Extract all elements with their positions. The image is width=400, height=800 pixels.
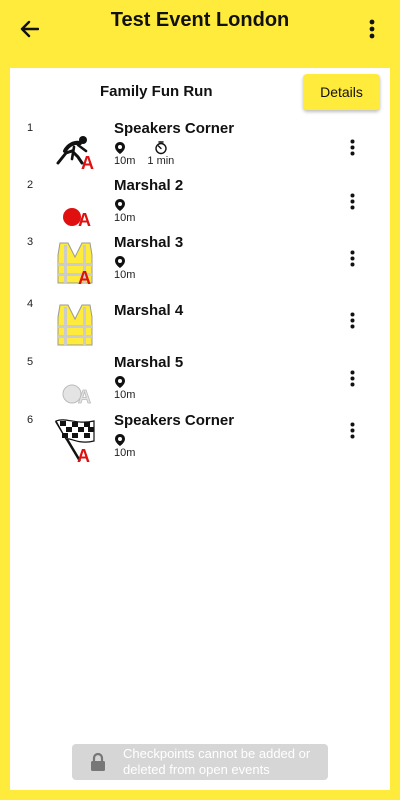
checkpoint-row[interactable]: 2 A Marshal 2 10m — [10, 177, 390, 234]
distance-item: 10m — [114, 375, 135, 402]
distance-text: 10m — [114, 155, 136, 167]
distance-item: 10m — [114, 255, 135, 282]
checkpoint-menu-button[interactable] — [344, 247, 360, 269]
distance-text: 10m — [114, 212, 136, 224]
location-pin-icon — [115, 376, 125, 388]
details-button[interactable]: Details — [303, 74, 380, 110]
checkpoint-number: 5 — [27, 356, 34, 368]
location-pin-icon — [115, 256, 125, 268]
distance-text: 10m — [114, 269, 136, 281]
location-pin-icon — [115, 434, 125, 446]
checkpoint-number: 2 — [27, 179, 34, 191]
route-title: Family Fun Run — [100, 83, 213, 100]
checkpoint-list: 1 A Speakers Corner 10m 1 min 2 A Marsha… — [10, 120, 390, 470]
start-runner-icon: A — [56, 136, 94, 171]
red-dot-icon: A — [63, 208, 91, 228]
checkpoint-meta: 10m — [114, 375, 135, 402]
checkpoint-name: Speakers Corner — [114, 412, 235, 429]
timer-icon — [155, 141, 167, 155]
svg-text:A: A — [77, 446, 90, 463]
notice-text: Checkpoints cannot be added or deleted f… — [123, 746, 311, 777]
svg-text:A: A — [78, 268, 91, 285]
checkpoint-name: Speakers Corner — [114, 120, 235, 137]
svg-text:A: A — [78, 387, 91, 405]
checkpoint-menu-button[interactable] — [344, 136, 360, 158]
lock-icon — [91, 752, 105, 771]
locked-notice: Checkpoints cannot be added or deleted f… — [72, 744, 328, 780]
page-title: Test Event London — [110, 9, 290, 31]
checkpoint-meta: 10m — [114, 255, 135, 282]
more-vertical-icon — [350, 193, 354, 209]
more-vertical-icon — [350, 250, 354, 266]
distance-item: 10m — [114, 433, 135, 460]
time-text: 1 min — [147, 155, 175, 167]
hi-vis-vest-icon — [57, 304, 93, 346]
checkpoint-meta: 10m — [114, 433, 135, 460]
checkpoint-menu-button[interactable] — [344, 419, 360, 441]
more-vertical-icon — [350, 370, 354, 386]
checkpoint-row[interactable]: 6 A Speakers Corner 10m — [10, 412, 390, 470]
checkpoint-number: 4 — [27, 298, 34, 310]
distance-text: 10m — [114, 447, 136, 459]
location-pin-icon — [115, 199, 125, 211]
more-vertical-icon — [369, 19, 375, 39]
more-vertical-icon — [350, 312, 354, 328]
distance-text: 10m — [114, 389, 136, 401]
checkpoint-number: 6 — [27, 414, 34, 426]
location-pin-icon — [115, 142, 125, 154]
route-card: Family Fun Run Details 1 A Speakers Corn… — [10, 68, 390, 790]
checkpoint-menu-button[interactable] — [344, 190, 360, 212]
checkpoint-menu-button[interactable] — [344, 309, 360, 331]
grey-dot-icon: A — [62, 384, 91, 405]
checkpoint-row[interactable]: 1 A Speakers Corner 10m 1 min — [10, 120, 390, 177]
checkpoint-name: Marshal 2 — [114, 177, 184, 194]
app-bar: Test Event London — [0, 0, 400, 58]
checkpoint-row[interactable]: 4 Marshal 4 — [10, 296, 390, 354]
time-item: 1 min — [147, 141, 174, 168]
distance-item: 10m — [114, 141, 135, 168]
svg-text:A: A — [78, 210, 91, 228]
svg-text:A: A — [81, 153, 94, 171]
checkpoint-row[interactable]: 3 A Marshal 3 10m — [10, 234, 390, 296]
checkpoint-meta: 10m — [114, 198, 135, 225]
checkpoint-number: 1 — [27, 122, 34, 134]
distance-item: 10m — [114, 198, 135, 225]
overflow-menu-button[interactable] — [362, 16, 382, 42]
checkpoint-number: 3 — [27, 236, 34, 248]
checkpoint-name: Marshal 4 — [114, 302, 184, 319]
checkpoint-name: Marshal 3 — [114, 234, 184, 251]
checkpoint-row[interactable]: 5 A Marshal 5 10m — [10, 354, 390, 412]
checkpoint-menu-button[interactable] — [344, 367, 360, 389]
more-vertical-icon — [350, 139, 354, 155]
checkpoint-name: Marshal 5 — [114, 354, 184, 371]
checkpoint-meta: 10m 1 min — [114, 141, 174, 168]
finish-flag-icon: A — [54, 419, 95, 463]
hi-vis-vest-icon: A — [57, 242, 93, 285]
more-vertical-icon — [350, 422, 354, 438]
